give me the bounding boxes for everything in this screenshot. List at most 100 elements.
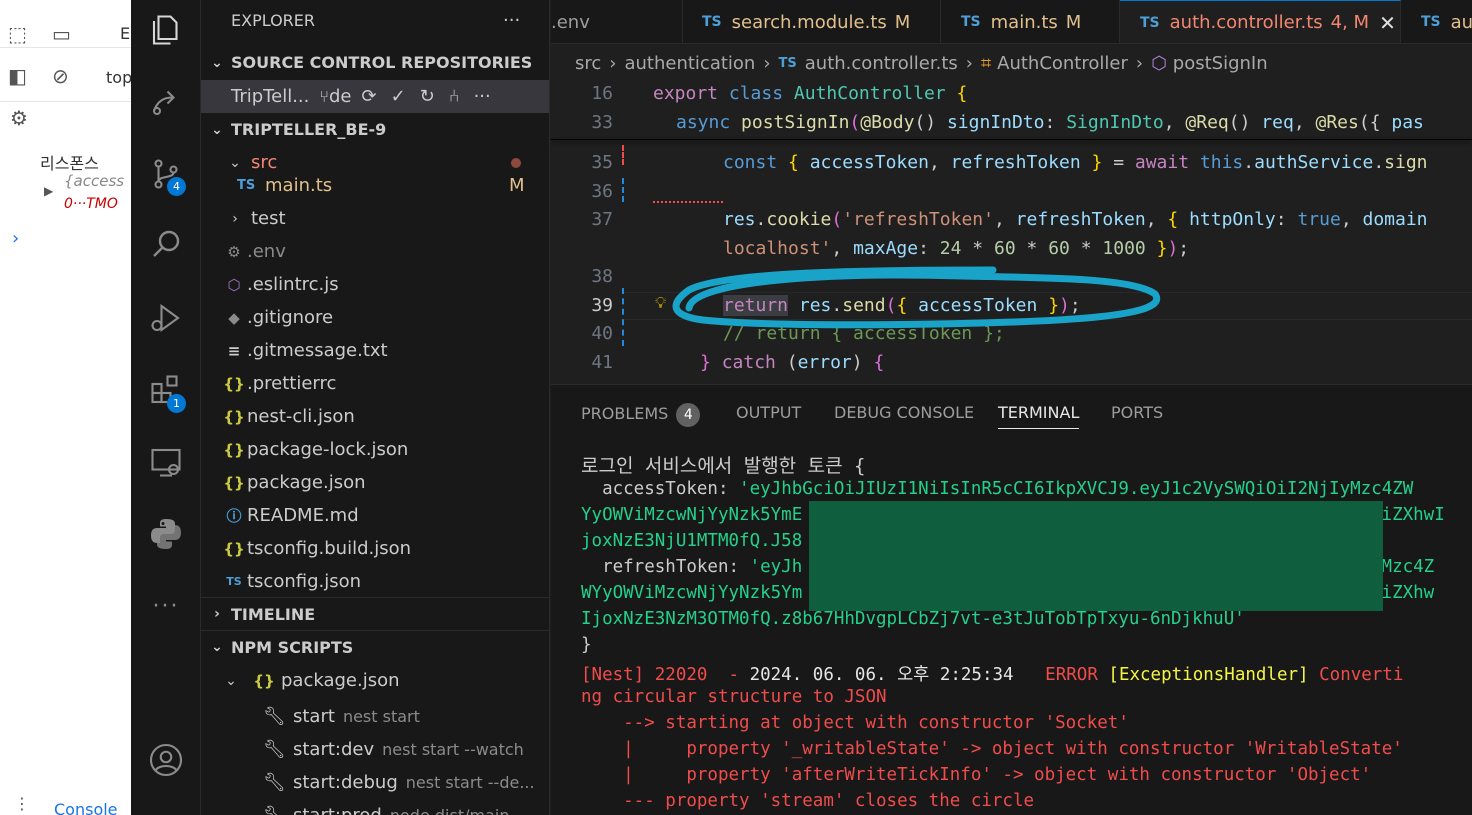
file-env[interactable]: ⚙ .env	[201, 235, 549, 268]
tab-aut[interactable]: TS aut	[1401, 0, 1472, 43]
python-icon[interactable]	[131, 506, 201, 562]
git-status-badge: M	[509, 174, 525, 196]
npm-script-start[interactable]: 🔧︎ start nest start	[201, 700, 549, 733]
file-gitmessage[interactable]: ≡ .gitmessage.txt	[201, 334, 549, 367]
tsconfig-icon: TS	[226, 575, 242, 588]
timeline-section-header[interactable]: › TIMELINE	[201, 597, 549, 630]
tab-output[interactable]: OUTPUT	[736, 403, 801, 422]
file-package-lock[interactable]: {} package-lock.json	[201, 433, 549, 466]
source-control-icon[interactable]: 4	[131, 146, 201, 202]
sidebar-toggle-icon[interactable]: ◧	[8, 64, 27, 88]
repo-branch[interactable]: de	[329, 86, 352, 107]
console-tab[interactable]: Console	[54, 800, 118, 815]
close-icon[interactable]: ✕	[1379, 11, 1396, 35]
chevron-right-icon: ›	[214, 606, 220, 622]
settings-icon[interactable]: ⚙	[10, 106, 28, 130]
tab-label: .env	[551, 11, 590, 33]
remote-explorer-icon[interactable]	[131, 434, 201, 490]
file-label: package.json	[247, 472, 366, 493]
extensions-icon[interactable]: 1	[131, 362, 201, 418]
project-section-header[interactable]: ⌄ TRIPTELLER_BE-9	[201, 113, 549, 146]
repo-more-icon[interactable]: ···	[474, 86, 491, 107]
npm-package-label: package.json	[281, 670, 400, 691]
file-prettierrc[interactable]: {} .prettierrc	[201, 367, 549, 400]
tab-status: 4, M	[1330, 12, 1370, 33]
folder-test-label: test	[251, 208, 286, 229]
console-prompt-icon[interactable]: ›	[12, 228, 19, 249]
gear-icon: ⚙	[227, 242, 241, 261]
eslint-icon: ⬡	[227, 275, 241, 294]
wrench-icon: 🔧︎	[263, 739, 286, 760]
device-toggle-icon[interactable]: ▭	[52, 22, 71, 46]
file-tsconfig-build[interactable]: {} tsconfig.build.json	[201, 532, 549, 565]
folder-test[interactable]: › test	[201, 202, 549, 235]
chevron-down-icon: ⌄	[211, 639, 223, 655]
context-select[interactable]: top	[106, 68, 131, 87]
clear-console-icon[interactable]: ⊘	[52, 64, 69, 88]
npm-script-start-dev[interactable]: 🔧︎ start:dev nest start --watch	[201, 733, 549, 766]
more-views-icon[interactable]: ···	[131, 578, 201, 634]
info-icon: ⓘ	[226, 507, 242, 525]
terminal-line: WYyOWViMzcwNjYyNzk5Ym	[581, 583, 803, 603]
script-name: start:dev	[293, 739, 375, 760]
tab-auth-controller[interactable]: TS auth.controller.ts 4, M ✕	[1120, 0, 1401, 43]
file-eslintrc[interactable]: ⬡ .eslintrc.js	[201, 268, 549, 301]
terminal-message: Converti	[1308, 665, 1404, 685]
file-readme[interactable]: ⓘ README.md	[201, 499, 549, 532]
terminal-line: [Nest] 22020 - 2024. 06. 06. 오후 2:25:34 …	[581, 661, 1403, 686]
tab-search-module[interactable]: TS search.module.ts M	[682, 0, 941, 43]
terminal-nest: [Nest] 22020 -	[581, 665, 750, 685]
breadcrumb-item[interactable]: AuthController	[997, 53, 1128, 74]
breadcrumb-item[interactable]: auth.controller.ts	[805, 53, 958, 74]
project-section-title: TRIPTELLER_BE-9	[231, 120, 387, 139]
highlight-circle-annotation	[672, 266, 1161, 329]
file-tsconfig[interactable]: TS tsconfig.json	[201, 565, 549, 598]
terminal-key: accessToken:	[581, 479, 740, 499]
sticky-scroll-shadow	[551, 139, 1472, 140]
npm-script-start-debug[interactable]: 🔧︎ start:debug nest start --de...	[201, 766, 549, 799]
tab-main[interactable]: TS main.ts M	[941, 0, 1120, 43]
code-line-37-wrap: localhost', maxAge: 24 * 60 * 60 * 1000 …	[723, 238, 1190, 259]
npm-package-json[interactable]: ⌄ {} package.json	[201, 664, 549, 697]
account-icon[interactable]	[131, 732, 201, 788]
tab-env[interactable]: .env	[551, 0, 683, 43]
tab-terminal[interactable]: TERMINAL	[998, 403, 1080, 429]
run-debug-icon[interactable]	[131, 290, 201, 346]
file-main-ts[interactable]: TS main.ts M	[201, 170, 549, 200]
search-icon[interactable]	[131, 216, 201, 272]
timeline-title: TIMELINE	[231, 604, 316, 624]
terminal-line: --> starting at object with constructor …	[581, 713, 1129, 733]
commit-check-icon[interactable]: ✓	[391, 86, 406, 107]
file-nest-cli[interactable]: {} nest-cli.json	[201, 400, 549, 433]
sync-icon[interactable]: ⟳	[361, 86, 376, 107]
code-line-41: } catch (error) {	[700, 352, 885, 373]
terminal-timestamp: 2024. 06. 06. 오후 2:25:34	[749, 665, 1014, 685]
tab-ports[interactable]: PORTS	[1111, 403, 1163, 422]
breadcrumb-item[interactable]: src	[575, 53, 601, 74]
chevron-down-icon: ⌄	[229, 154, 241, 171]
explorer-icon[interactable]	[131, 2, 201, 58]
inspect-element-icon[interactable]: ⬚	[8, 22, 27, 46]
repo-row[interactable]: TripTell... ⑂ de ⟳ ✓ ↻ ⑃ ···	[201, 80, 549, 113]
expand-triangle-icon[interactable]: ▶	[44, 184, 53, 198]
refresh-icon[interactable]: ↻	[420, 86, 435, 107]
npm-script-start-prod[interactable]: 🔧︎start:prod node dist/main	[201, 799, 549, 815]
scm-section-header[interactable]: ⌄ SOURCE CONTROL REPOSITORIES	[201, 46, 549, 79]
breadcrumb-item[interactable]: authentication	[624, 53, 755, 74]
breadcrumb-item[interactable]: postSignIn	[1173, 53, 1268, 74]
repo-name: TripTell...	[231, 86, 310, 107]
graph-icon[interactable]: ⑃	[449, 86, 460, 107]
devtools-tab-label[interactable]: E	[120, 24, 130, 43]
tab-debug-console[interactable]: DEBUG CONSOLE	[834, 403, 974, 422]
terminal-key: refreshToken:	[581, 557, 750, 577]
file-package-json[interactable]: {} package.json	[201, 466, 549, 499]
remote-share-icon[interactable]	[131, 74, 201, 130]
code-editor[interactable]: 16 33 35 36 37 38 39 40 41 export class …	[551, 82, 1472, 383]
file-gitignore[interactable]: ◆ .gitignore	[201, 301, 549, 334]
more-actions-icon[interactable]: ···	[503, 10, 520, 31]
drawer-menu-icon[interactable]: ⋮	[14, 794, 30, 813]
json-icon: {}	[223, 539, 245, 558]
tab-problems[interactable]: PROBLEMS 4	[581, 403, 701, 427]
npm-section-header[interactable]: ⌄ NPM SCRIPTS	[201, 630, 549, 663]
object-preview[interactable]: {access	[64, 172, 124, 190]
